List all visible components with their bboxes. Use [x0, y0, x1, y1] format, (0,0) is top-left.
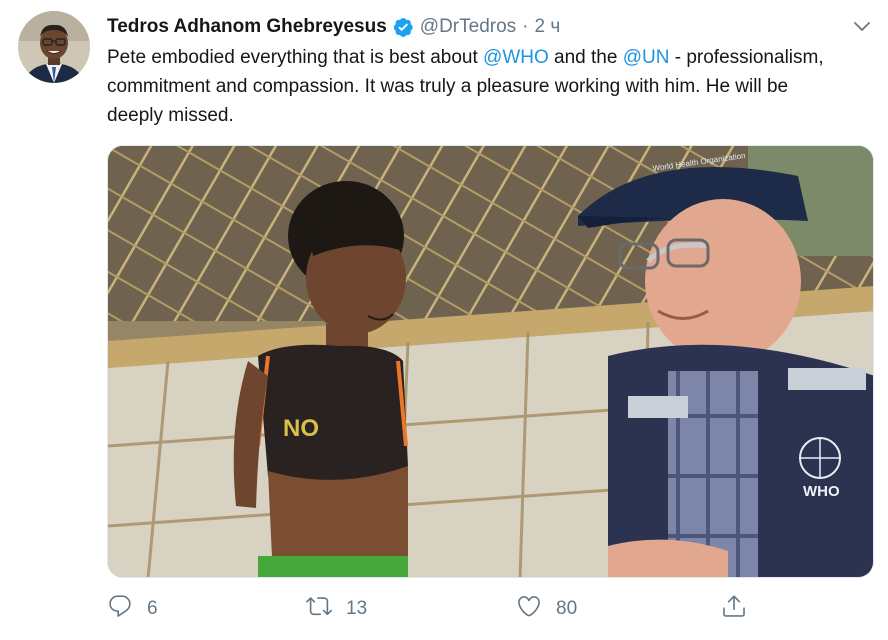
tweet[interactable]: Tedros Adhanom Ghebreyesus @DrTedros · 2… [0, 0, 888, 640]
like-count: 80 [556, 598, 578, 619]
timestamp[interactable]: 2 ч [535, 16, 561, 38]
tweet-photo[interactable]: NO World Health Organization WHO [107, 145, 874, 578]
shirt-print: NO [283, 415, 319, 442]
retweet-button[interactable]: 13 [306, 592, 367, 626]
tweet-actions: 6 13 80 [107, 592, 767, 626]
share-icon [721, 593, 747, 625]
like-button[interactable]: 80 [516, 592, 577, 626]
tweet-text: Pete embodied everything that is best ab… [107, 43, 842, 130]
verified-badge-icon [392, 16, 414, 38]
avatar[interactable] [18, 11, 90, 83]
reply-count: 6 [147, 598, 158, 619]
tweet-header: Tedros Adhanom Ghebreyesus @DrTedros · 2… [107, 14, 560, 40]
mention-who-link[interactable]: @WHO [483, 47, 549, 68]
tweet-text-part: and the [548, 47, 623, 68]
separator-dot: · [522, 16, 529, 37]
tweet-text-part: Pete embodied everything that is best ab… [107, 47, 484, 68]
share-button[interactable] [721, 592, 747, 626]
retweet-icon [306, 593, 332, 625]
vest-logo-text: WHO [803, 483, 840, 500]
reply-icon [107, 593, 133, 625]
author-name[interactable]: Tedros Adhanom Ghebreyesus [107, 16, 387, 38]
chevron-down-icon[interactable] [851, 16, 873, 38]
mention-un-link[interactable]: @UN [623, 47, 670, 68]
reply-button[interactable]: 6 [107, 592, 158, 626]
retweet-count: 13 [346, 598, 368, 619]
heart-icon [516, 593, 542, 625]
author-handle[interactable]: @DrTedros [420, 16, 516, 38]
